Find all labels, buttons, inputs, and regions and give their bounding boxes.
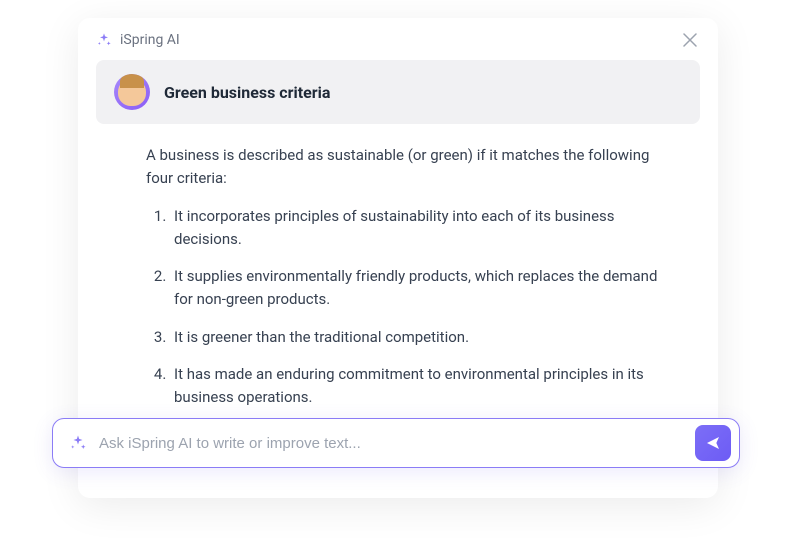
intro-paragraph: A business is described as sustainable (… — [146, 144, 666, 191]
panel-title-group: iSpring AI — [96, 32, 180, 48]
body-text: A business is described as sustainable (… — [96, 144, 700, 409]
topic-title: Green business criteria — [164, 83, 330, 102]
list-item: It incorporates principles of sustainabi… — [170, 205, 670, 252]
panel-header: iSpring AI — [78, 18, 718, 60]
sparkle-icon — [96, 32, 112, 48]
prompt-input[interactable] — [99, 435, 683, 452]
prompt-input-bar — [52, 418, 740, 468]
list-item: It is greener than the traditional compe… — [170, 326, 670, 349]
avatar — [114, 74, 150, 110]
close-icon — [683, 33, 697, 47]
list-item: It supplies environmentally friendly pro… — [170, 265, 670, 312]
list-item: It has made an enduring commitment to en… — [170, 363, 670, 410]
send-button[interactable] — [695, 425, 731, 461]
sparkle-icon — [69, 434, 87, 452]
close-button[interactable] — [680, 30, 700, 50]
criteria-list: It incorporates principles of sustainabi… — [146, 205, 700, 410]
send-icon — [705, 435, 721, 451]
topic-card: Green business criteria — [96, 60, 700, 124]
app-title: iSpring AI — [120, 32, 180, 48]
